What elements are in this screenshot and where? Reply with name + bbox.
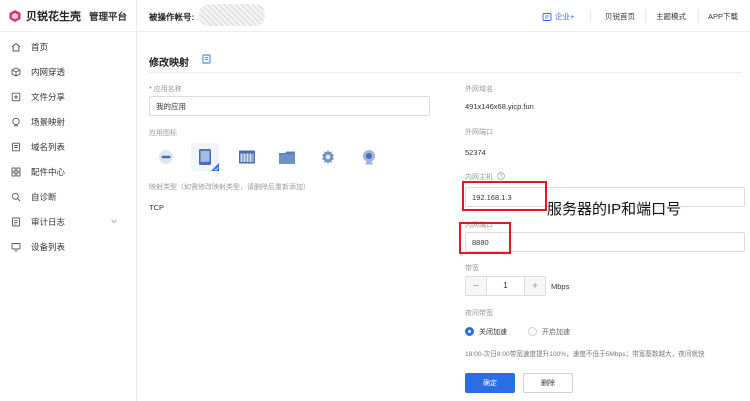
- link-app-download[interactable]: APP下载: [708, 11, 738, 22]
- ext-port-label: 外网端口: [465, 129, 493, 136]
- sidebar-item-domains[interactable]: 域名列表: [0, 134, 136, 159]
- annotation-box-host: [462, 181, 547, 211]
- sidebar-item-label: 自诊断: [31, 191, 57, 202]
- svg-text:?: ?: [500, 174, 503, 180]
- increment-button[interactable]: +: [525, 277, 545, 295]
- topbar: 被操作帐号: 企业+ 贝锐首页 主题模式 APP下载: [137, 0, 750, 32]
- bandwidth-value[interactable]: 1: [486, 277, 525, 295]
- scene-icon: [12, 117, 20, 126]
- brand-name: 贝锐花生壳: [26, 10, 81, 23]
- sidebar-item-label: 设备列表: [31, 241, 66, 252]
- page-title: 修改映射: [149, 58, 189, 69]
- radio-night-on[interactable]: [528, 327, 537, 336]
- divider: [590, 10, 591, 22]
- monitor-icon: [11, 242, 21, 251]
- sidebar-item-tunnel[interactable]: 内网穿透: [0, 59, 136, 84]
- sidebar-item-home[interactable]: 首页: [0, 34, 136, 59]
- app-icon-option-selected[interactable]: [191, 143, 219, 171]
- night-off-label: 关闭加速: [479, 329, 507, 336]
- app-name-label: * 应用名称: [149, 86, 182, 93]
- annotation-box-port: [459, 222, 511, 254]
- sidebar-item-file-share[interactable]: 文件分享: [0, 84, 136, 109]
- app-icon-option[interactable]: [273, 143, 301, 171]
- app-name-input[interactable]: 我的应用: [149, 96, 430, 116]
- home-icon: [11, 42, 21, 51]
- delete-button[interactable]: 删除: [523, 373, 573, 393]
- folder-icon: [279, 151, 295, 164]
- sidebar-item-label: 配件中心: [31, 166, 66, 177]
- file-share-icon: [11, 92, 21, 101]
- log-icon: [12, 217, 20, 226]
- webcam-icon: [363, 149, 375, 164]
- sidebar-item-diagnose[interactable]: 自诊断: [0, 184, 136, 209]
- annotation-text: 服务器的IP和端口号: [547, 201, 682, 218]
- sidebar-item-label: 审计日志: [31, 216, 66, 227]
- sidebar-item-label: 场景映射: [31, 116, 66, 127]
- sidebar-item-label: 域名列表: [31, 141, 66, 152]
- sidebar: 贝锐花生壳 管理平台 首页 内网穿透 文件分享 场景映射 域名列表 配件中心 自…: [0, 0, 137, 401]
- diagnose-icon: [11, 192, 21, 201]
- app-icon-option[interactable]: [233, 143, 261, 171]
- domain-icon: [12, 142, 20, 151]
- sidebar-item-accessories[interactable]: 配件中心: [0, 159, 136, 184]
- divider: [645, 10, 646, 22]
- enterprise-link[interactable]: 企业+: [542, 11, 574, 22]
- radio-night-off[interactable]: [465, 327, 474, 336]
- night-bandwidth-note: 18:00-次日8:00带宽速度提升100%，速度不低于5Mbps；带宽基数越大…: [465, 351, 705, 358]
- divider: [698, 10, 699, 22]
- account-redacted: [199, 4, 265, 26]
- brand[interactable]: 贝锐花生壳 管理平台: [0, 0, 136, 32]
- minus-circle-icon: [159, 150, 173, 164]
- app-icon-option[interactable]: [314, 143, 342, 171]
- sidebar-item-audit-log[interactable]: 审计日志: [0, 209, 136, 234]
- app-icon-option[interactable]: [355, 143, 383, 171]
- sidebar-item-label: 首页: [31, 41, 49, 52]
- gear-icon: [322, 150, 334, 164]
- help-icon[interactable]: ?: [497, 172, 505, 180]
- ext-port-value: 52374: [465, 148, 486, 157]
- document-icon[interactable]: [202, 54, 211, 64]
- night-on-label: 开启加速: [542, 329, 570, 336]
- app-icon-label: 应用图标: [149, 130, 177, 137]
- ext-domain-label: 外网域名: [465, 86, 493, 93]
- sidebar-item-label: 内网穿透: [31, 66, 66, 77]
- enterprise-icon: [542, 12, 552, 21]
- title-divider: [149, 72, 742, 73]
- app-name-value: 我的应用: [156, 101, 186, 111]
- brand-logo-icon: [9, 9, 21, 22]
- sidebar-item-devices[interactable]: 设备列表: [0, 234, 136, 259]
- grid-icon: [11, 167, 21, 176]
- bandwidth-label: 带宽: [465, 265, 479, 272]
- account-label: 被操作帐号:: [149, 12, 195, 22]
- ext-domain-value: 491x146x68.yicp.fun: [465, 102, 534, 111]
- calendar-icon: [239, 150, 255, 164]
- confirm-button[interactable]: 确定: [465, 373, 515, 393]
- link-oray-home[interactable]: 贝锐首页: [605, 11, 635, 22]
- night-bandwidth-label: 夜间带宽: [465, 310, 493, 317]
- link-theme-mode[interactable]: 主题模式: [656, 11, 686, 22]
- sidebar-item-label: 文件分享: [31, 91, 66, 102]
- selected-check-icon: [211, 163, 219, 171]
- mapping-type-value: TCP: [149, 203, 164, 212]
- decrement-button[interactable]: −: [466, 277, 486, 295]
- bandwidth-stepper[interactable]: − 1 +: [465, 276, 546, 296]
- mapping-type-label: 映射类型（如需修改映射类型，请删除后重新添加）: [149, 184, 310, 191]
- bandwidth-unit: Mbps: [551, 282, 570, 291]
- enterprise-label: 企业+: [555, 12, 575, 21]
- cube-icon: [11, 66, 21, 77]
- app-icon-option[interactable]: [152, 143, 180, 171]
- brand-subtitle: 管理平台: [89, 11, 128, 23]
- chevron-down-icon[interactable]: [110, 217, 118, 225]
- sidebar-item-scene[interactable]: 场景映射: [0, 109, 136, 134]
